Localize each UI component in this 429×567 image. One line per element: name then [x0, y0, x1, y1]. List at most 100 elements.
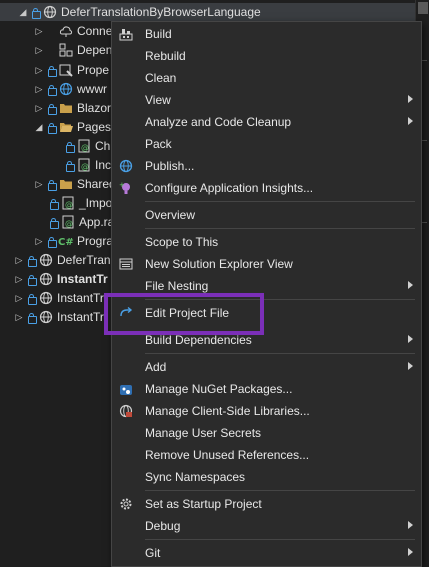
menu-item-edit-project-file[interactable]: Edit Project File: [112, 302, 421, 324]
web-project-icon: [38, 291, 54, 305]
tree-item-label: Ch: [95, 139, 111, 153]
web-project-icon: [38, 253, 54, 267]
menu-item-clean[interactable]: Clean: [112, 67, 421, 89]
menu-item-label: View: [145, 93, 171, 107]
menu-item-set-startup-project[interactable]: Set as Startup Project: [112, 493, 421, 515]
razor-file-icon: @: [76, 158, 92, 172]
menu-item-label: Manage User Secrets: [145, 426, 262, 440]
svg-text:@: @: [65, 200, 73, 209]
expand-arrow-icon[interactable]: ▷: [34, 179, 44, 190]
lock-icon: [49, 217, 59, 229]
expand-arrow-icon[interactable]: ▷: [34, 236, 44, 247]
expand-arrow-icon[interactable]: ▷: [14, 255, 24, 266]
menu-separator: [145, 228, 415, 229]
menu-separator: [145, 539, 415, 540]
expand-arrow-icon[interactable]: ▷: [34, 26, 44, 37]
csharp-file-icon: C#: [58, 234, 74, 248]
menu-item-file-nesting[interactable]: File Nesting: [112, 275, 421, 297]
menu-separator: [145, 201, 415, 202]
menu-item-publish[interactable]: Publish...: [112, 155, 421, 177]
collapse-arrow-icon[interactable]: ◢: [34, 122, 44, 133]
lock-icon: [47, 122, 57, 134]
menu-item-label: Manage NuGet Packages...: [145, 382, 293, 396]
menu-item-configure-app-insights[interactable]: + Configure Application Insights...: [112, 177, 421, 199]
publish-globe-icon: [118, 158, 134, 174]
folder-open-icon: [58, 120, 74, 134]
lock-icon: [65, 160, 75, 172]
razor-file-icon: @: [60, 215, 76, 229]
menu-item-label: Remove Unused References...: [145, 448, 310, 462]
properties-icon: [58, 63, 74, 77]
solution-explorer-view-icon: [118, 256, 134, 272]
submenu-arrow-icon: [408, 548, 413, 556]
tree-item-label: Pages: [77, 120, 112, 134]
expand-arrow-icon[interactable]: ▷: [14, 274, 24, 285]
menu-separator: [145, 490, 415, 491]
lock-icon: [27, 255, 37, 267]
menu-item-view[interactable]: View: [112, 89, 421, 111]
lock-icon: [27, 293, 37, 305]
tree-item-label: InstantTr: [57, 310, 104, 324]
menu-item-remove-unused-references[interactable]: Remove Unused References...: [112, 444, 421, 466]
expand-arrow-icon[interactable]: ▷: [34, 103, 44, 114]
app-insights-icon: +: [118, 180, 134, 196]
tree-item-label: App.ra: [79, 215, 115, 229]
lock-icon: [27, 312, 37, 324]
menu-item-build[interactable]: Build: [112, 23, 421, 45]
gear-icon: [118, 496, 134, 512]
web-project-icon: [42, 5, 58, 19]
menu-item-manage-client-side-libraries[interactable]: Manage Client-Side Libraries...: [112, 400, 421, 422]
collapse-arrow-icon[interactable]: ◢: [18, 7, 28, 18]
expand-arrow-icon[interactable]: ▷: [14, 312, 24, 323]
menu-item-label: Overview: [145, 208, 196, 222]
menu-item-add[interactable]: Add: [112, 356, 421, 378]
menu-item-label: Edit Project File: [145, 306, 230, 320]
menu-item-label: Configure Application Insights...: [145, 181, 314, 195]
menu-item-pack[interactable]: Pack: [112, 133, 421, 155]
menu-item-label: Sync Namespaces: [145, 470, 246, 484]
tree-item-label: Shared: [77, 177, 116, 191]
tree-item-label: Blazor: [77, 101, 112, 115]
razor-file-icon: @: [60, 196, 76, 210]
menu-item-sync-namespaces[interactable]: Sync Namespaces: [112, 466, 421, 488]
tree-item-label: InstantTr: [57, 291, 104, 305]
web-project-icon: [38, 310, 54, 324]
tree-item-label: InstantTr: [57, 272, 108, 286]
menu-item-manage-user-secrets[interactable]: Manage User Secrets: [112, 422, 421, 444]
menu-item-new-solution-explorer-view[interactable]: New Solution Explorer View: [112, 253, 421, 275]
submenu-arrow-icon: [408, 117, 413, 125]
client-libraries-icon: [118, 403, 134, 419]
lock-icon: [31, 7, 41, 19]
lock-icon: [65, 141, 75, 153]
menu-item-debug[interactable]: Debug: [112, 515, 421, 537]
menu-item-analyze-code-cleanup[interactable]: Analyze and Code Cleanup: [112, 111, 421, 133]
expand-arrow-icon[interactable]: ▷: [14, 293, 24, 304]
svg-text:@: @: [81, 143, 89, 152]
razor-file-icon: @: [76, 139, 92, 153]
lock-icon: [47, 236, 57, 248]
menu-item-label: New Solution Explorer View: [145, 257, 293, 271]
expand-arrow-icon[interactable]: ▷: [34, 65, 44, 76]
tree-item-label: Prope: [77, 63, 110, 77]
folder-icon: [58, 177, 74, 191]
expand-arrow-icon[interactable]: ▷: [34, 45, 44, 56]
menu-item-label: Build Dependencies: [145, 333, 252, 347]
menu-item-manage-nuget[interactable]: Manage NuGet Packages...: [112, 378, 421, 400]
menu-item-label: Scope to This: [145, 235, 219, 249]
submenu-arrow-icon: [408, 362, 413, 370]
menu-item-label: Publish...: [145, 159, 195, 173]
tree-item-label: Depen: [77, 43, 113, 57]
menu-item-git[interactable]: Git: [112, 542, 421, 564]
menu-item-scope-to-this[interactable]: Scope to This: [112, 231, 421, 253]
menu-item-label: Clean: [145, 71, 177, 85]
menu-item-label: Set as Startup Project: [145, 497, 262, 511]
expand-arrow-icon[interactable]: ▷: [34, 84, 44, 95]
menu-item-build-dependencies[interactable]: Build Dependencies: [112, 329, 421, 351]
submenu-arrow-icon: [408, 281, 413, 289]
tree-item-project-root[interactable]: ◢ DeferTranslationByBrowserLanguage: [0, 3, 415, 21]
menu-item-overview[interactable]: Overview: [112, 204, 421, 226]
menu-item-label: Git: [145, 546, 161, 560]
menu-item-rebuild[interactable]: Rebuild: [112, 45, 421, 67]
menu-item-label: Analyze and Code Cleanup: [145, 115, 292, 129]
menu-item-label: Manage Client-Side Libraries...: [145, 404, 310, 418]
